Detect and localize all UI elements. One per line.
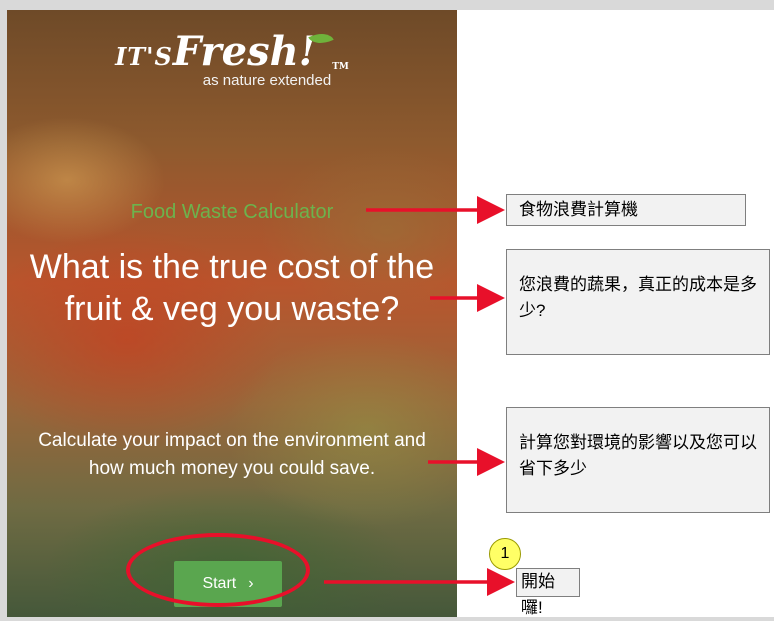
callout-headline: 您浪費的蔬果，真正的成本是多少? [506,249,770,355]
callout-start: 開始囉! [516,568,580,617]
step-number-badge: 1 [489,538,521,570]
callout-section-label: 食物浪費計算機 [506,194,746,226]
callout-subtext: 計算您對環境的影響以及您可以省下多少 [506,407,770,513]
